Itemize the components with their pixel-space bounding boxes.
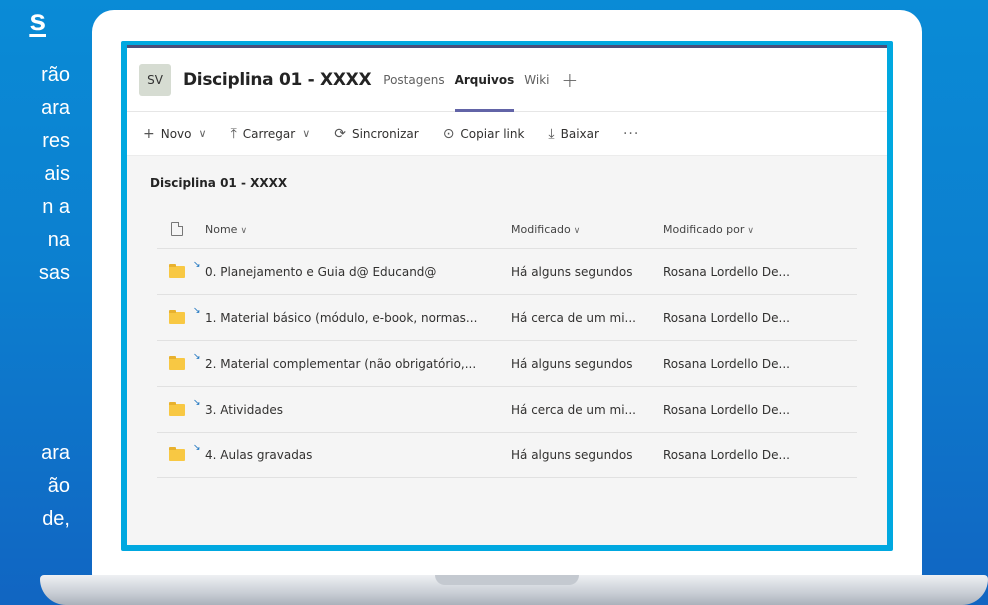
sync-status-icon: ↘ — [193, 397, 201, 408]
tab-wiki[interactable]: Wiki — [524, 48, 549, 112]
plus-icon: + — [143, 125, 155, 142]
chevron-down-icon: ∨ — [747, 225, 755, 236]
file-modified-by: Rosana Lordello De... — [663, 356, 790, 371]
file-modified-by: Rosana Lordello De... — [663, 310, 790, 325]
name-column-header[interactable]: Nome ∨ — [205, 223, 511, 236]
file-modified: Há cerca de um mi... — [511, 402, 636, 417]
chevron-down-icon: ∨ — [302, 127, 311, 140]
folder-cell: ↘ — [157, 352, 205, 370]
slide-line: n a — [42, 196, 70, 218]
upload-icon: ⤒ — [230, 125, 237, 142]
channel-header: SV Disciplina 01 - XXXX Postagens Arquiv… — [127, 48, 887, 112]
sync-button[interactable]: ⟳ Sincronizar — [334, 126, 418, 142]
folder-cell: ↘ — [157, 260, 205, 278]
file-name[interactable]: 4. Aulas gravadas — [205, 448, 511, 462]
folder-icon — [169, 355, 185, 370]
folder-icon — [169, 263, 185, 278]
link-icon: ⊙ — [442, 125, 455, 142]
team-title: Disciplina 01 - XXXX — [183, 69, 372, 90]
download-button[interactable]: ⤓ Baixar — [548, 126, 599, 142]
file-modified-by: Rosana Lordello De... — [663, 264, 790, 279]
modified-column-label: Modificado — [511, 222, 571, 236]
team-avatar[interactable]: SV — [139, 63, 171, 96]
file-modified-by: Rosana Lordello De... — [663, 448, 790, 462]
tab-arquivos[interactable]: Arquivos — [454, 48, 514, 112]
slide-text: s rão ara res ais n a na sas ara ão de, — [0, 0, 80, 605]
chevron-down-icon: ∨ — [573, 225, 581, 236]
folder-cell: ↘ — [157, 443, 205, 461]
file-modified-by: Rosana Lordello De... — [663, 402, 790, 417]
table-row[interactable]: ↘ 2. Material complementar (não obrigató… — [157, 340, 857, 386]
folder-cell: ↘ — [157, 306, 205, 324]
copy-link-label: Copiar link — [460, 126, 525, 141]
slide-heading: s — [29, 4, 46, 37]
file-name[interactable]: 0. Planejamento e Guia d@ Educand@ — [205, 265, 511, 279]
modified-column-header[interactable]: Modificado ∨ — [511, 223, 663, 236]
slide-line: ais — [44, 163, 70, 185]
new-button[interactable]: + Novo ∨ — [143, 126, 207, 142]
slide-line: rão — [41, 64, 70, 86]
chevron-down-icon: ∨ — [198, 127, 207, 140]
download-icon: ⤓ — [548, 125, 555, 142]
table-row[interactable]: ↘ 4. Aulas gravadas Há alguns segundos R… — [157, 432, 857, 478]
download-label: Baixar — [560, 126, 599, 141]
list-header: Nome ∨ Modificado ∨ Modificado por ∨ — [157, 210, 857, 248]
file-modified: Há alguns segundos — [511, 356, 633, 371]
modified-by-column-label: Modificado por — [663, 222, 745, 236]
slide-line: de, — [42, 508, 70, 530]
document-icon — [171, 222, 183, 236]
slide-line: ara — [41, 442, 70, 464]
new-label: Novo — [160, 126, 192, 141]
laptop-notch — [435, 575, 579, 585]
command-bar: + Novo ∨ ⤒ Carregar ∨ ⟳ Sincronizar ⊙ Co… — [127, 112, 887, 156]
slide-line: sas — [38, 262, 70, 284]
sync-icon: ⟳ — [334, 125, 346, 142]
table-row[interactable]: ↘ 0. Planejamento e Guia d@ Educand@ Há … — [157, 248, 857, 294]
add-tab-icon[interactable]: + — [561, 68, 578, 92]
folder-icon — [169, 309, 185, 324]
folder-icon — [169, 447, 185, 461]
chevron-down-icon: ∨ — [240, 225, 248, 236]
upload-button[interactable]: ⤒ Carregar ∨ — [231, 126, 311, 142]
file-name[interactable]: 1. Material básico (módulo, e-book, norm… — [205, 311, 511, 325]
sync-status-icon: ↘ — [193, 305, 201, 316]
copy-link-button[interactable]: ⊙ Copiar link — [443, 126, 525, 142]
table-row[interactable]: ↘ 1. Material básico (módulo, e-book, no… — [157, 294, 857, 340]
file-list: Nome ∨ Modificado ∨ Modificado por ∨ ↘ 0. P… — [157, 210, 857, 478]
folder-cell: ↘ — [157, 398, 205, 416]
sync-status-icon: ↘ — [193, 443, 201, 453]
upload-label: Carregar — [242, 126, 296, 141]
slide-line: res — [42, 130, 70, 152]
sync-status-icon: ↘ — [193, 259, 201, 270]
file-name[interactable]: 3. Atividades — [205, 403, 511, 417]
teams-files-window: SV Disciplina 01 - XXXX Postagens Arquiv… — [127, 45, 887, 545]
slide-line: na — [47, 229, 70, 251]
more-options-icon[interactable]: ··· — [623, 126, 639, 142]
sync-status-icon: ↘ — [193, 351, 201, 362]
name-column-label: Nome — [205, 222, 238, 236]
slide-line: ara — [41, 97, 70, 119]
file-modified: Há cerca de um mi... — [511, 310, 636, 325]
file-modified: Há alguns segundos — [511, 448, 633, 462]
file-name[interactable]: 2. Material complementar (não obrigatóri… — [205, 357, 511, 371]
slide-line: ão — [47, 475, 70, 497]
breadcrumb[interactable]: Disciplina 01 - XXXX — [127, 156, 887, 210]
file-type-column[interactable] — [157, 222, 205, 236]
sync-label: Sincronizar — [351, 126, 419, 141]
folder-icon — [169, 401, 185, 416]
modified-by-column-header[interactable]: Modificado por ∨ — [663, 223, 843, 236]
table-row[interactable]: ↘ 3. Atividades Há cerca de um mi... Ros… — [157, 386, 857, 432]
file-modified: Há alguns segundos — [511, 264, 633, 279]
tab-postagens[interactable]: Postagens — [383, 48, 444, 112]
